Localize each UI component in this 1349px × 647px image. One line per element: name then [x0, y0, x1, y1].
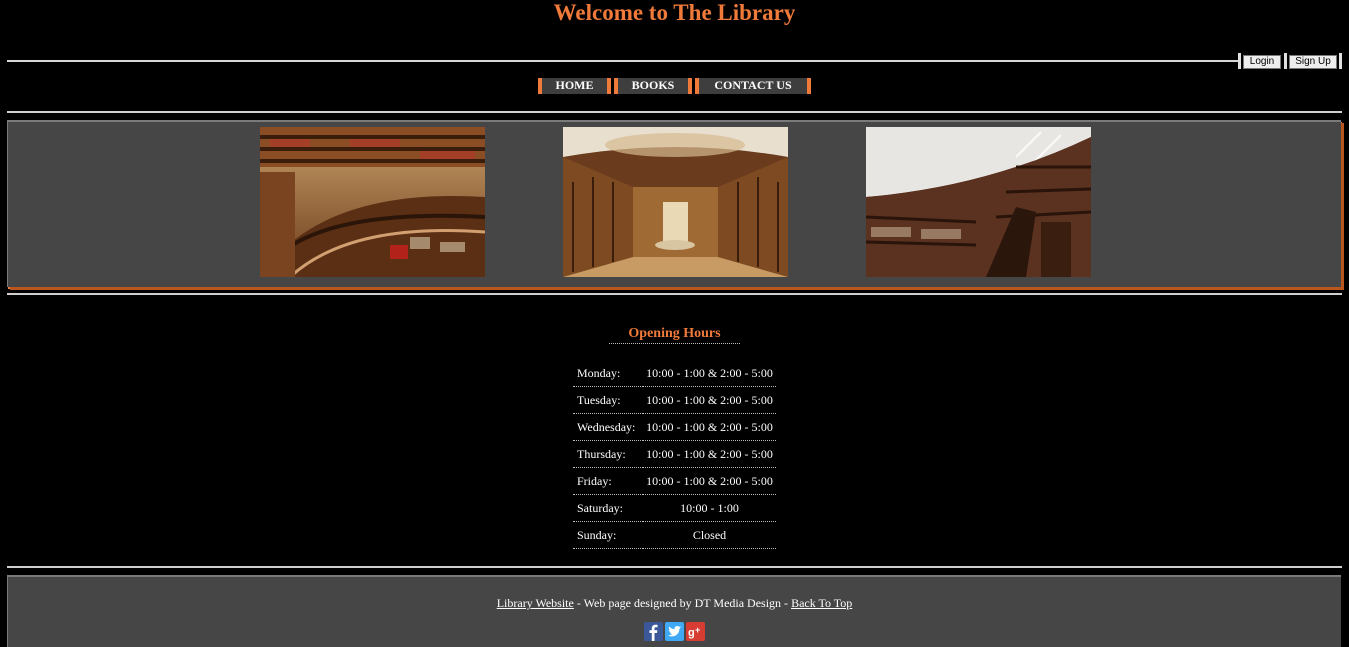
signup-button[interactable]: Sign Up [1289, 55, 1337, 69]
footer-credits: Library Website - Web page designed by D… [8, 596, 1341, 611]
day-label: Thursday: [573, 440, 643, 468]
day-label: Monday: [573, 360, 643, 387]
table-row: Sunday: Closed [573, 521, 776, 549]
image-gallery [7, 120, 1341, 287]
circular-library-stacks-photo [866, 127, 1091, 277]
twitter-icon[interactable] [665, 622, 684, 641]
svg-text:g: g [688, 627, 695, 639]
table-row: Wednesday: 10:00 - 1:00 & 2:00 - 5:00 [573, 413, 776, 441]
time-value: 10:00 - 1:00 & 2:00 - 5:00 [643, 413, 776, 441]
table-row: Thursday: 10:00 - 1:00 & 2:00 - 5:00 [573, 440, 776, 468]
day-label: Wednesday: [573, 413, 643, 441]
library-website-link[interactable]: Library Website [497, 596, 574, 610]
time-value: 10:00 - 1:00 [643, 494, 776, 522]
back-to-top-link[interactable]: Back To Top [791, 596, 852, 610]
day-label: Sunday: [573, 521, 643, 549]
page-title: Welcome to The Library [553, 0, 796, 25]
auth-separator [1284, 53, 1287, 69]
day-label: Tuesday: [573, 386, 643, 414]
time-value: 10:00 - 1:00 & 2:00 - 5:00 [643, 467, 776, 495]
table-row: Tuesday: 10:00 - 1:00 & 2:00 - 5:00 [573, 386, 776, 414]
auth-separator [1339, 53, 1342, 69]
time-value: 10:00 - 1:00 & 2:00 - 5:00 [643, 386, 776, 414]
page-footer: Library Website - Web page designed by D… [7, 575, 1341, 647]
nav-item-books[interactable]: BOOKS [614, 78, 692, 94]
gallery-divider [7, 293, 1342, 295]
table-row: Friday: 10:00 - 1:00 & 2:00 - 5:00 [573, 467, 776, 495]
auth-separator [1238, 53, 1241, 69]
day-label: Friday: [573, 467, 643, 495]
opening-hours-table: Monday: 10:00 - 1:00 & 2:00 - 5:00 Tuesda… [573, 360, 776, 549]
table-row: Monday: 10:00 - 1:00 & 2:00 - 5:00 [573, 360, 776, 387]
designer-credit: - Web page designed by DT Media Design - [573, 596, 792, 610]
nav-item-contact-us[interactable]: CONTACT US [695, 78, 811, 94]
header-divider [7, 60, 1239, 62]
nav-item-home[interactable]: HOME [538, 78, 611, 94]
table-row: Saturday: 10:00 - 1:00 [573, 494, 776, 522]
day-label: Saturday: [573, 494, 643, 522]
time-value: 10:00 - 1:00 & 2:00 - 5:00 [643, 360, 776, 387]
time-value: 10:00 - 1:00 & 2:00 - 5:00 [643, 440, 776, 468]
facebook-icon[interactable] [644, 622, 663, 641]
nav-divider [7, 111, 1342, 113]
svg-text:+: + [695, 625, 700, 635]
baroque-library-hall-photo [563, 127, 788, 277]
library-rotunda-photo [260, 127, 485, 277]
login-button[interactable]: Login [1243, 55, 1281, 69]
opening-hours-title: Opening Hours [609, 326, 740, 344]
footer-divider [7, 566, 1342, 568]
google-plus-icon[interactable]: g + [686, 622, 705, 641]
time-value: Closed [643, 521, 776, 549]
